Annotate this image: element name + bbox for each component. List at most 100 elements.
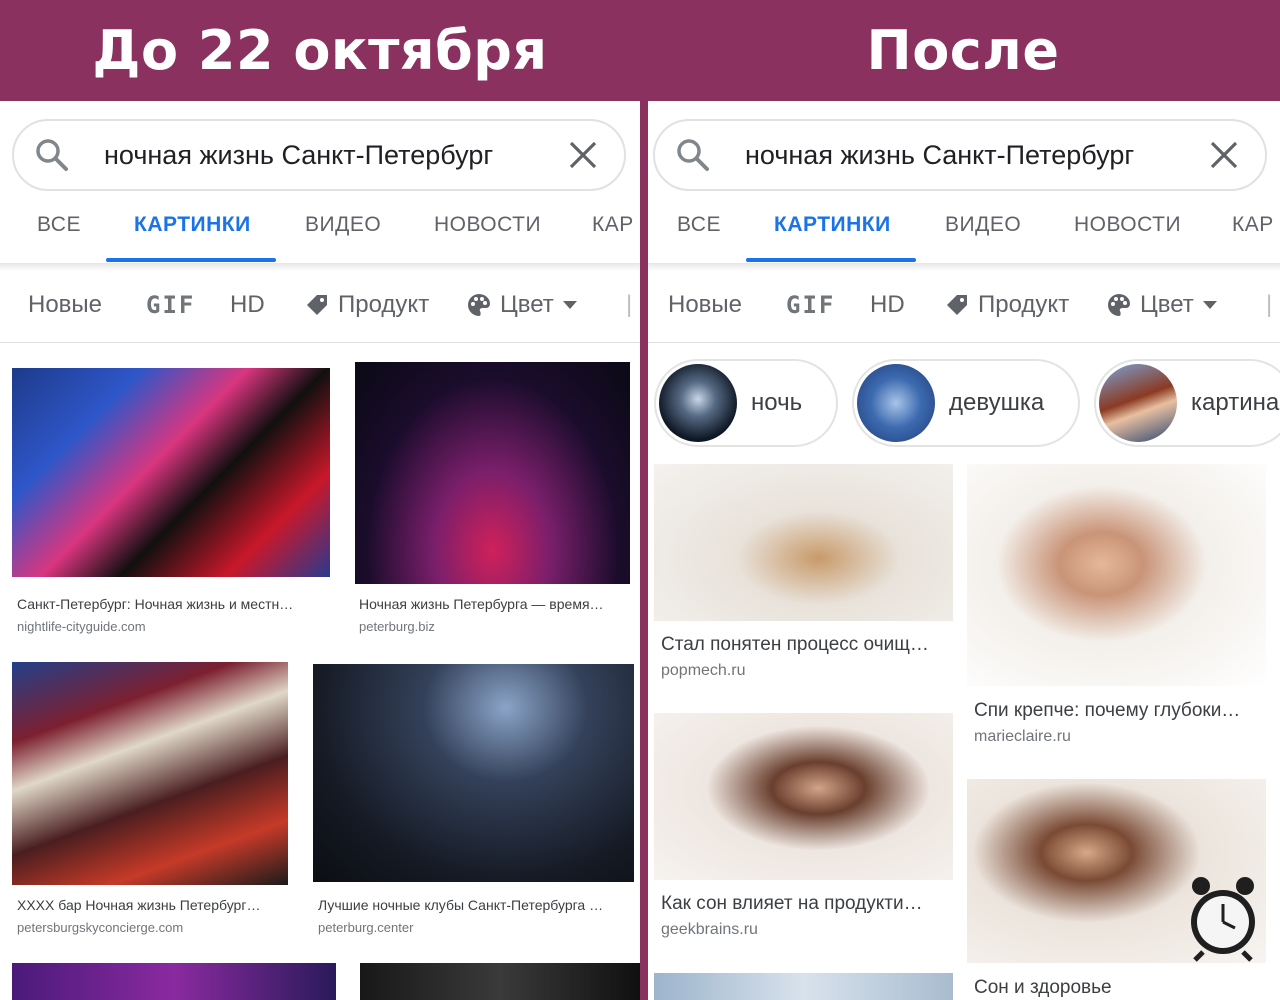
filter-more-edge: | bbox=[1266, 291, 1273, 318]
suggestion-chip-night[interactable]: ночь bbox=[654, 359, 838, 447]
suggestion-chip-picture[interactable]: картина bbox=[1094, 359, 1280, 447]
search-bar[interactable]: ночная жизнь Санкт-Петербург bbox=[653, 119, 1267, 191]
tab-images[interactable]: КАРТИНКИ bbox=[774, 213, 891, 237]
tag-icon bbox=[947, 295, 967, 315]
chip-label: ночь bbox=[751, 389, 803, 416]
result-source: marieclaire.ru bbox=[974, 728, 1071, 745]
after-panel: ночная жизнь Санкт-Петербург ВСЕ КАРТИНК… bbox=[648, 101, 1280, 1000]
image-result[interactable]: Стал понятен процесс очищ… popmech.ru bbox=[654, 464, 953, 694]
search-icon[interactable] bbox=[32, 135, 72, 175]
result-title[interactable]: Лучшие ночные клубы Санкт-Петербурга … bbox=[318, 897, 633, 913]
before-heading: До 22 октября bbox=[92, 19, 548, 82]
result-thumbnail[interactable] bbox=[967, 464, 1266, 686]
image-result[interactable] bbox=[12, 963, 336, 1000]
image-result[interactable]: Лучшие ночные клубы Санкт-Петербурга … p… bbox=[313, 664, 634, 942]
tab-all[interactable]: ВСЕ bbox=[37, 213, 81, 237]
chip-thumbnail bbox=[857, 364, 935, 442]
result-thumbnail[interactable] bbox=[355, 362, 630, 584]
result-thumbnail[interactable] bbox=[654, 713, 953, 880]
result-source: peterburg.biz bbox=[359, 619, 435, 634]
tab-news[interactable]: НОВОСТИ bbox=[1074, 213, 1181, 237]
image-result[interactable]: XXXX бар Ночная жизнь Петербург… petersb… bbox=[12, 662, 288, 942]
filter-new[interactable]: Новые bbox=[28, 291, 102, 319]
tab-video[interactable]: ВИДЕО bbox=[305, 213, 381, 237]
filter-color-label: Цвет bbox=[1140, 291, 1194, 318]
tab-maps[interactable]: КАР bbox=[592, 213, 634, 237]
result-title[interactable]: Стал понятен процесс очищ… bbox=[661, 634, 951, 656]
image-result[interactable]: Как сон влияет на продукти… geekbrains.r… bbox=[654, 713, 953, 953]
tab-video[interactable]: ВИДЕО bbox=[945, 213, 1021, 237]
filter-gif[interactable]: GIF bbox=[786, 291, 835, 319]
tab-all[interactable]: ВСЕ bbox=[677, 213, 721, 237]
result-title[interactable]: Ночная жизнь Петербурга — время… bbox=[359, 596, 629, 612]
search-input[interactable]: ночная жизнь Санкт-Петербург bbox=[745, 140, 1209, 171]
palette-icon bbox=[468, 294, 490, 316]
filter-product[interactable]: Продукт bbox=[944, 291, 1069, 319]
search-icon[interactable] bbox=[673, 135, 713, 175]
result-title[interactable]: Санкт-Петербург: Ночная жизнь и местн… bbox=[17, 596, 327, 612]
search-tabs: ВСЕ КАРТИНКИ ВИДЕО НОВОСТИ КАР bbox=[0, 201, 640, 261]
filter-product[interactable]: Продукт bbox=[304, 291, 429, 319]
result-thumbnail[interactable] bbox=[12, 368, 330, 577]
filter-bar: Новые GIF HD Продукт Цвет | bbox=[648, 281, 1280, 343]
search-input[interactable]: ночная жизнь Санкт-Петербург bbox=[104, 140, 568, 171]
close-icon[interactable] bbox=[568, 140, 598, 170]
chevron-down-icon bbox=[1202, 301, 1217, 309]
tab-maps[interactable]: КАР bbox=[1232, 213, 1274, 237]
result-thumbnail[interactable] bbox=[12, 662, 288, 885]
after-heading: После bbox=[866, 19, 1060, 82]
close-icon[interactable] bbox=[1209, 140, 1239, 170]
tab-news[interactable]: НОВОСТИ bbox=[434, 213, 541, 237]
before-panel: ночная жизнь Санкт-Петербург ВСЕ КАРТИНК… bbox=[0, 101, 640, 1000]
filter-divider bbox=[0, 342, 640, 343]
search-bar[interactable]: ночная жизнь Санкт-Петербург bbox=[12, 119, 626, 191]
result-title[interactable]: XXXX бар Ночная жизнь Петербург… bbox=[17, 897, 287, 913]
filter-new[interactable]: Новые bbox=[668, 291, 742, 319]
result-thumbnail[interactable] bbox=[654, 973, 953, 1000]
filter-color[interactable]: Цвет bbox=[1106, 291, 1218, 319]
chip-label: девушка bbox=[949, 389, 1045, 416]
result-source: peterburg.center bbox=[318, 920, 414, 935]
result-source: petersburgskyconcierge.com bbox=[17, 920, 184, 935]
filter-hd[interactable]: HD bbox=[230, 291, 265, 319]
result-thumbnail[interactable] bbox=[360, 963, 640, 1000]
palette-icon bbox=[1108, 294, 1130, 316]
image-result[interactable] bbox=[360, 963, 640, 1000]
active-tab-indicator bbox=[106, 258, 276, 262]
result-title[interactable]: Как сон влияет на продукти… bbox=[661, 893, 951, 915]
image-result[interactable]: Сон и здоровье bbox=[967, 779, 1266, 1000]
alarm-clock-icon bbox=[1191, 877, 1255, 962]
result-thumbnail[interactable] bbox=[12, 963, 336, 1000]
tabs-shadow bbox=[0, 263, 640, 271]
filter-more-edge: | bbox=[626, 291, 633, 318]
chevron-down-icon bbox=[562, 301, 577, 309]
filter-gif[interactable]: GIF bbox=[146, 291, 195, 319]
result-source: popmech.ru bbox=[661, 662, 746, 679]
tabs-shadow bbox=[648, 263, 1280, 271]
result-title[interactable]: Спи крепче: почему глубоки… bbox=[974, 700, 1264, 722]
tag-icon bbox=[307, 295, 327, 315]
image-result[interactable]: Спи крепче: почему глубоки… marieclaire.… bbox=[967, 464, 1266, 754]
image-result[interactable] bbox=[654, 973, 953, 1000]
result-source: nightlife-cityguide.com bbox=[17, 619, 146, 634]
filter-hd[interactable]: HD bbox=[870, 291, 905, 319]
result-thumbnail[interactable] bbox=[654, 464, 953, 621]
result-thumbnail[interactable] bbox=[313, 664, 634, 882]
suggestion-chip-girl[interactable]: девушка bbox=[852, 359, 1080, 447]
chip-thumbnail bbox=[1099, 364, 1177, 442]
filter-bar: Новые GIF HD Продукт Цвет | bbox=[0, 281, 640, 343]
panel-divider bbox=[640, 101, 648, 1000]
filter-color-label: Цвет bbox=[500, 291, 554, 318]
image-result[interactable]: Санкт-Петербург: Ночная жизнь и местн… n… bbox=[12, 368, 330, 638]
active-tab-indicator bbox=[746, 258, 916, 262]
result-source: geekbrains.ru bbox=[661, 921, 758, 938]
image-result[interactable]: Ночная жизнь Петербурга — время… peterbu… bbox=[355, 362, 630, 638]
tab-images[interactable]: КАРТИНКИ bbox=[134, 213, 251, 237]
filter-product-label: Продукт bbox=[978, 291, 1070, 318]
result-title[interactable]: Сон и здоровье bbox=[974, 977, 1264, 999]
filter-color[interactable]: Цвет bbox=[466, 291, 578, 319]
filter-divider bbox=[648, 342, 1280, 343]
chip-label: картина bbox=[1191, 389, 1280, 416]
chip-thumbnail bbox=[659, 364, 737, 442]
search-tabs: ВСЕ КАРТИНКИ ВИДЕО НОВОСТИ КАР bbox=[648, 201, 1280, 261]
